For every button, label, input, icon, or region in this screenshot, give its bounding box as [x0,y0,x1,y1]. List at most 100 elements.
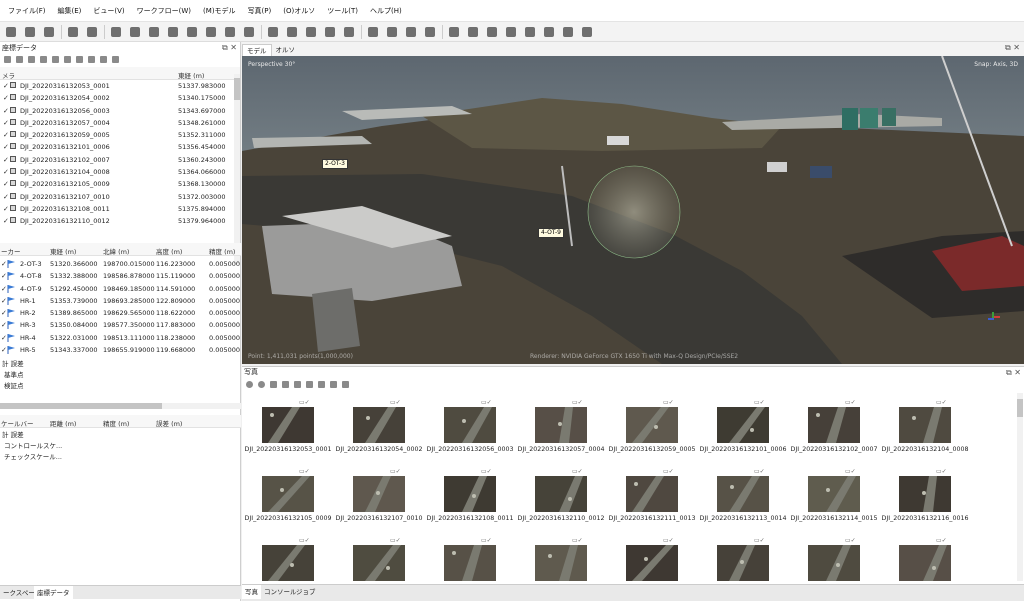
redo-icon[interactable] [85,25,99,39]
draw-icon[interactable] [204,25,218,39]
tab-jobs[interactable]: ジョブ [293,585,319,599]
checkbox-icon[interactable]: ✓ [3,107,9,115]
reset-filter-icon[interactable] [318,380,325,388]
tiled-icon[interactable] [423,25,437,39]
gcp-label[interactable]: 4-OT-9 [538,228,564,238]
menu-item[interactable]: 編集(E) [52,0,88,22]
photo-thumbnail-item[interactable]: ▭✓ DJI_20220316132114_0015 [789,468,879,530]
photo-thumbnail-item[interactable]: ▭✓ DJI_20220316132056_0003 [425,399,515,461]
markers-icon[interactable] [485,25,499,39]
photo-thumbnail-item[interactable]: ▭✓ [607,537,697,583]
viewport-float-close-icon[interactable]: ⧉ ✕ [1005,43,1020,53]
photo-thumbnail-item[interactable]: ▭✓ DJI_20220316132110_0012 [516,468,606,530]
tab-model[interactable]: モデル [242,44,272,56]
render-icon[interactable] [366,25,380,39]
summary-item[interactable]: 検証点 [0,381,241,392]
menu-item[interactable]: ヘルプ(H) [364,0,408,22]
crop-icon[interactable] [242,25,256,39]
panel-float-close-icon[interactable]: ⧉ ✕ [222,42,237,54]
col-scalebar[interactable]: ケールバー [1,418,34,428]
shape-icon[interactable] [166,25,180,39]
photo-thumbnail-item[interactable]: ▭✓ DJI_20220316132102_0007 [789,399,879,461]
checkbox-icon[interactable]: ✓ [3,180,9,188]
checkbox-icon[interactable]: ✓ [3,205,9,213]
filter-icon[interactable] [330,380,337,388]
tab-ortho[interactable]: オルソ [272,44,300,56]
grid-icon[interactable] [342,25,356,39]
col-sb-error[interactable]: 誤差 (m) [156,418,182,428]
checkbox-icon[interactable]: ✓ [3,217,9,225]
import-icon[interactable] [4,56,11,63]
photo-thumbnail-item[interactable]: ▭✓ DJI_20220316132116_0016 [880,468,970,530]
menu-item[interactable]: ツール(T) [321,0,364,22]
photo-thumbnail-item[interactable]: ▭✓ [789,537,879,583]
photo-thumbnail-item[interactable]: ▭✓ DJI_20220316132054_0002 [334,399,424,461]
photo-thumbnail-item[interactable]: ▭✓ [425,537,515,583]
checkbox-icon[interactable]: ✓ [3,156,9,164]
list-icon[interactable] [504,25,518,39]
view-errors-icon[interactable] [76,56,83,63]
model-icon[interactable] [385,25,399,39]
marker-row[interactable]: ✓ 4-OT-8 51332.388000 198586.878000 115.1190… [0,270,241,282]
camera-row[interactable]: ✓ DJI_20220316132057_0004 51348.261000 [0,117,240,129]
camera-row[interactable]: ✓ DJI_20220316132053_0001 51337.983000 [0,80,240,92]
col-marker-north[interactable]: 北緯 (m) [103,246,129,256]
checkbox-icon[interactable]: ✓ [3,94,9,102]
summary-item[interactable]: チェックスケール... [0,452,241,463]
col-distance[interactable]: 距離 (m) [50,418,76,428]
photo-thumbnail-item[interactable]: ▭✓ [698,537,788,583]
photo-thumbnail-item[interactable]: ▭✓ [880,537,970,583]
marker-row[interactable]: ✓ HR-5 51343.337000 198655.919000 119.668000… [0,344,241,356]
photo-thumbnail-item[interactable]: ▭✓ DJI_20220316132059_0005 [607,399,697,461]
col-east[interactable]: 東経 (m) [178,70,204,80]
menu-item[interactable]: ファイル(F) [2,0,52,22]
settings-icon[interactable] [40,56,47,63]
summary-item[interactable]: 計 誤差 [0,430,241,441]
globe-icon[interactable] [447,25,461,39]
more-icon[interactable] [580,25,594,39]
tab-photos[interactable]: 写真 [242,585,261,599]
photo-thumbnail-item[interactable]: ▭✓ DJI_20220316132113_0014 [698,468,788,530]
gcp-label[interactable]: 2-OT-3 [322,159,348,169]
menu-item[interactable]: (O)オルソ [277,0,321,22]
orthophoto-icon[interactable] [523,25,537,39]
photo-thumbnail-item[interactable]: ▭✓ DJI_20220316132101_0006 [698,399,788,461]
marker-hscroll-thumb[interactable] [0,403,162,409]
remove-icon[interactable] [270,380,277,388]
camera-row[interactable]: ✓ DJI_20220316132056_0003 51343.697000 [0,105,240,117]
photo-thumbnail-item[interactable]: ▭✓ DJI_20220316132107_0010 [334,468,424,530]
camera-row[interactable]: ✓ DJI_20220316132054_0002 51340.175000 [0,92,240,104]
checkbox-icon[interactable]: ✓ [3,193,9,201]
save-icon[interactable] [42,25,56,39]
col-camera[interactable]: メラ [2,70,15,80]
marker-row[interactable]: ✓ HR-3 51350.084000 198577.350000 117.883000… [0,319,241,331]
delete-icon[interactable] [223,25,237,39]
menu-item[interactable]: 写真(P) [242,0,278,22]
ruler-icon[interactable] [185,25,199,39]
photo-thumbnail-item[interactable]: ▭✓ [516,537,606,583]
convert-icon[interactable] [28,56,35,63]
camera-row[interactable]: ✓ DJI_20220316132108_0011 51375.894000 [0,203,240,215]
camera-icon[interactable] [466,25,480,39]
model-viewport[interactable]: Perspective 30° Snap: Axis, 3D 2-OT-3 4-… [242,56,1024,364]
checkbox-icon[interactable]: ✓ [3,131,9,139]
overview-icon[interactable] [561,25,575,39]
menu-item[interactable]: ビュー(V) [87,0,130,22]
photos-scrollbar-thumb[interactable] [1017,399,1023,417]
col-marker-alt[interactable]: 高度 (m) [156,246,182,256]
col-marker-east[interactable]: 東経 (m) [50,246,76,256]
zoom-out-icon[interactable] [285,25,299,39]
zoom-in-icon[interactable] [266,25,280,39]
photos-float-close-icon[interactable]: ⧉ ✕ [1006,367,1021,378]
undo-icon[interactable] [66,25,80,39]
texture-icon[interactable] [404,25,418,39]
menu-item[interactable]: ワークフロー(W) [131,0,197,22]
camera-row[interactable]: ✓ DJI_20220316132110_0012 51379.964000 [0,215,240,227]
camera-row[interactable]: ✓ DJI_20220316132105_0009 51368.130000 [0,178,240,190]
camera-row[interactable]: ✓ DJI_20220316132104_0008 51364.066000 [0,166,240,178]
col-marker-acc[interactable]: 精度 (m) [209,246,235,256]
photo-thumbnail-item[interactable]: ▭✓ [243,537,333,583]
summary-item[interactable]: コントロールスケ... [0,441,241,452]
settings-2-icon[interactable] [112,56,119,63]
marker-row[interactable]: ✓ 2-OT-3 51320.366000 198700.015000 116.2230… [0,258,241,270]
